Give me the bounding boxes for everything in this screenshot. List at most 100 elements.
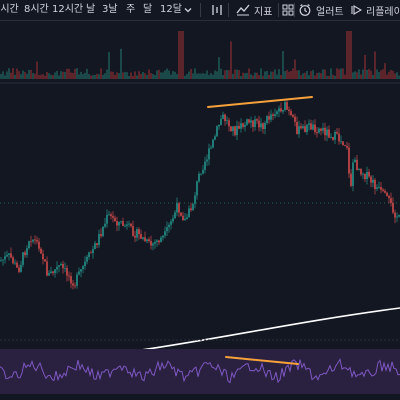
volume-bar [96, 73, 98, 79]
timeframe-dropdown-button[interactable] [183, 2, 197, 18]
candle-body [356, 159, 358, 170]
volume-bar [42, 74, 44, 79]
volume-bar [44, 75, 46, 79]
volume-bar [266, 70, 268, 79]
volume-bar [318, 72, 320, 79]
volume-bar [112, 71, 114, 79]
volume-bar [326, 75, 328, 79]
candle-body [392, 203, 394, 213]
volume-bar [220, 68, 222, 79]
timeframe-month-button[interactable]: 달 [143, 3, 152, 17]
candle-body [272, 114, 274, 116]
candle-body [344, 145, 346, 147]
timeframe-8h-button[interactable]: 8시간 [24, 3, 49, 17]
volume-bar [378, 72, 380, 79]
volume-bar [298, 70, 300, 79]
candle-body [30, 241, 32, 243]
candle-body [360, 169, 362, 175]
volume-bar [78, 74, 80, 79]
candle-body [218, 124, 220, 127]
volume-bar [382, 69, 384, 79]
volume-bar [52, 75, 54, 79]
candle-body [294, 116, 296, 122]
volume-bar [12, 68, 14, 79]
alert-button[interactable]: 얼러트 [298, 2, 344, 18]
candle-body [38, 241, 40, 249]
volume-bar [48, 73, 50, 79]
candle-body [232, 126, 234, 132]
candle-body [334, 132, 336, 140]
volume-bar [390, 69, 392, 79]
volume-bar [348, 31, 350, 79]
volume-bar [182, 31, 184, 79]
volume-bar [180, 31, 182, 79]
candle-body [116, 221, 118, 226]
indicators-icon [236, 4, 250, 16]
compare-button[interactable] [210, 2, 228, 18]
candle-body [350, 173, 352, 186]
candle-body [370, 176, 372, 183]
volume-bar [338, 69, 340, 79]
candle-body [138, 229, 140, 234]
volume-bar [212, 74, 214, 79]
candle-body [152, 243, 154, 246]
timeframe-day-button[interactable]: 날 [86, 3, 95, 17]
timeframe-12h-button[interactable]: 12시간 [52, 3, 83, 17]
candle-body [308, 123, 310, 125]
candle-body [80, 269, 82, 272]
volume-bar [354, 71, 356, 79]
timeframe-3day-button[interactable]: 3날 [102, 3, 118, 17]
candle-body [94, 243, 96, 250]
volume-bar [398, 75, 400, 79]
volume-bar [100, 68, 102, 79]
volume-bar [16, 68, 18, 79]
timeframe-week-button[interactable]: 주 [126, 3, 135, 17]
volume-bar [54, 72, 56, 79]
candle-body [200, 173, 202, 175]
candle-body [18, 267, 20, 272]
layout-button[interactable] [282, 2, 298, 18]
candle-body [380, 187, 382, 190]
candle-body [98, 234, 100, 245]
volume-bar [236, 69, 238, 79]
replay-button[interactable]: 리플레이 [350, 2, 400, 18]
volume-bar [108, 52, 110, 79]
volume-bar [218, 57, 220, 79]
volume-bar [132, 76, 134, 79]
volume-bar [186, 74, 188, 79]
volume-bar [68, 68, 70, 79]
volume-bar [320, 73, 322, 79]
price-chart[interactable] [0, 21, 400, 400]
volume-bar [392, 70, 394, 79]
timeframe-12month-button[interactable]: 12달 [160, 3, 182, 17]
candle-body [224, 114, 226, 121]
indicators-button[interactable]: 지표 [236, 2, 272, 18]
volume-bar [232, 73, 234, 79]
alert-label: 얼러트 [316, 6, 344, 18]
candle-body [84, 261, 86, 267]
candle-body [282, 110, 284, 112]
volume-bar [308, 75, 310, 79]
candle-body [354, 159, 356, 163]
volume-bar [72, 72, 74, 79]
candle-body [78, 271, 80, 275]
candle-body [124, 225, 126, 227]
candle-body [338, 133, 340, 142]
volume-bar [56, 70, 58, 79]
candle-body [66, 267, 68, 276]
candle-body [110, 214, 112, 217]
volume-bar [352, 72, 354, 79]
volume-bar [162, 72, 164, 79]
volume-bar [144, 73, 146, 79]
volume-bar [204, 73, 206, 79]
volume-bar [32, 73, 34, 79]
volume-bar [226, 70, 228, 79]
candle-body [198, 173, 200, 182]
candle-body [186, 217, 188, 219]
volume-bar [388, 71, 390, 79]
volume-bar [284, 71, 286, 79]
trendline-top[interactable] [207, 96, 313, 108]
timeframe-4h-button[interactable]: 4시간 [0, 3, 19, 17]
candle-body [298, 126, 300, 134]
volume-bar [18, 71, 20, 79]
